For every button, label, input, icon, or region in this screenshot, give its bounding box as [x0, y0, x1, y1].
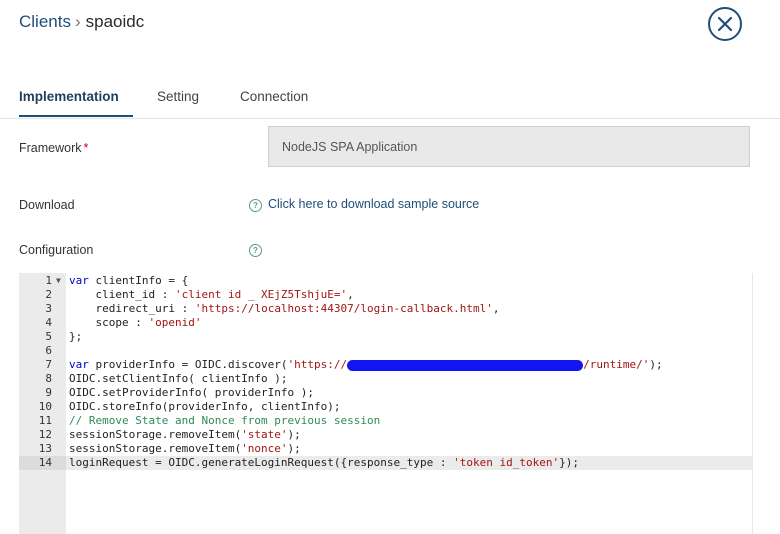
line-number: 2: [45, 288, 52, 301]
code-line: };: [69, 330, 83, 343]
line-number: 10: [38, 400, 52, 413]
download-label: Download: [19, 198, 75, 212]
required-mark: *: [83, 141, 89, 155]
active-tab-indicator: [19, 115, 133, 117]
line-number: 4: [45, 316, 52, 329]
code-line: scope : 'openid': [69, 316, 202, 329]
code-line: sessionStorage.removeItem('state');: [69, 428, 301, 441]
line-number: 11: [38, 414, 52, 427]
line-number: 1: [45, 274, 52, 287]
close-icon: [718, 17, 732, 31]
code-line: OIDC.setProviderInfo( providerInfo );: [69, 386, 315, 399]
line-number-gutter: 1 ▼ 2 3 4 5 6 7 8 9 10 11 12 13 14: [19, 273, 66, 534]
line-number: 6: [45, 344, 52, 357]
framework-label: Framework *: [19, 141, 89, 155]
download-sample-link[interactable]: Click here to download sample source: [268, 197, 479, 211]
code-line-active: loginRequest = OIDC.generateLoginRequest…: [66, 456, 752, 470]
line-number: 8: [45, 372, 52, 385]
configuration-help-icon[interactable]: ?: [249, 244, 262, 257]
tab-bar: Implementation Setting Connection: [0, 82, 780, 119]
code-line: OIDC.storeInfo(providerInfo, clientInfo)…: [69, 400, 341, 413]
tab-connection[interactable]: Connection: [240, 89, 308, 104]
fold-arrow-icon[interactable]: ▼: [56, 274, 61, 288]
code-line: var clientInfo = {: [69, 274, 189, 287]
line-number: 5: [45, 330, 52, 343]
code-line: OIDC.setClientInfo( clientInfo );: [69, 372, 288, 385]
close-button[interactable]: [708, 7, 742, 41]
code-line: // Remove State and Nonce from previous …: [69, 414, 381, 427]
page-title: spaoidc: [85, 12, 145, 31]
tab-implementation[interactable]: Implementation: [19, 89, 119, 104]
breadcrumb-clients-link[interactable]: Clients: [19, 12, 71, 31]
configuration-label: Configuration: [19, 243, 94, 257]
line-number: 12: [38, 428, 52, 441]
breadcrumb: Clients › spaoidc: [19, 12, 144, 32]
redacted-url-bar: [347, 359, 584, 371]
help-icon[interactable]: ?: [249, 199, 262, 212]
breadcrumb-separator: ›: [74, 12, 81, 31]
code-line: client_id : 'client id _ XEjZ5TshjuE=',: [69, 288, 354, 301]
line-number: 13: [38, 442, 52, 455]
code-line: redirect_uri : 'https://localhost:44307/…: [69, 302, 500, 315]
line-number: 7: [45, 358, 52, 371]
line-number: 3: [45, 302, 52, 315]
framework-field: NodeJS SPA Application: [268, 126, 750, 167]
line-number-active: 14: [19, 456, 66, 470]
code-area[interactable]: var clientInfo = { client_id : 'client i…: [66, 273, 752, 534]
code-line: sessionStorage.removeItem('nonce');: [69, 442, 301, 455]
line-number: 9: [45, 386, 52, 399]
tab-setting[interactable]: Setting: [157, 89, 199, 104]
code-editor[interactable]: 1 ▼ 2 3 4 5 6 7 8 9 10 11 12 13 14 var cl…: [19, 273, 753, 534]
code-line: var providerInfo = OIDC.discover('https:…: [69, 358, 663, 371]
